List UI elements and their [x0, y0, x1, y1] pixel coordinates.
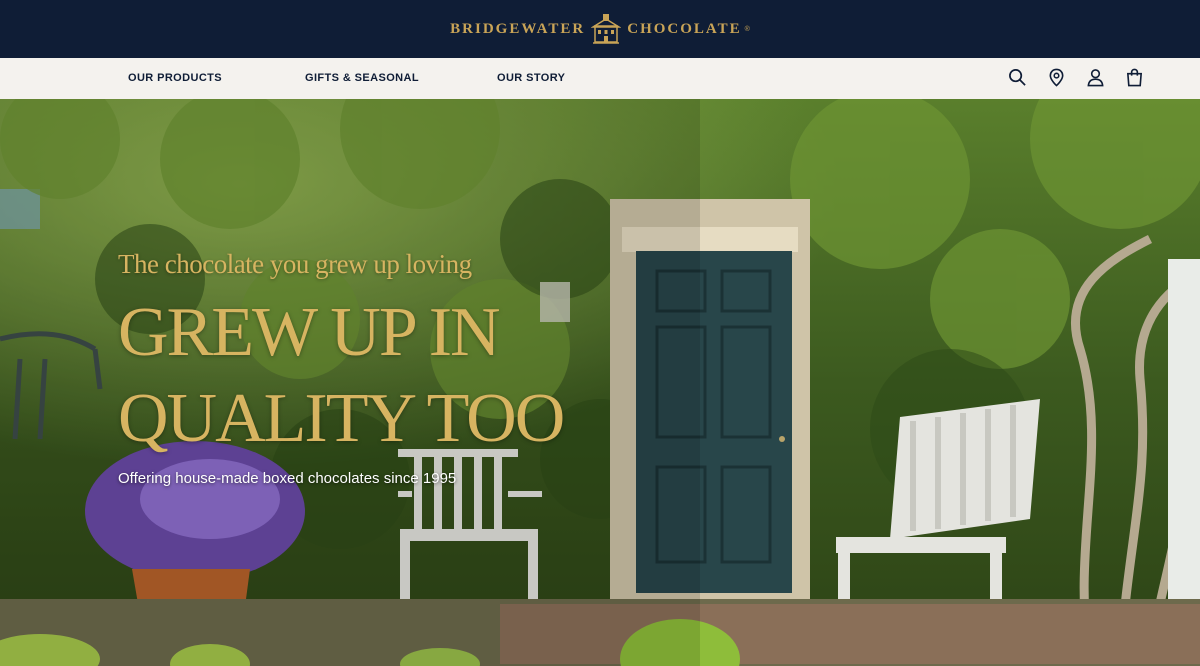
nav-link-our-products[interactable]: OUR PRODUCTS	[128, 72, 222, 84]
shopping-bag-icon[interactable]	[1125, 66, 1144, 88]
hero-headline-line-2: QUALITY TOO	[118, 380, 565, 457]
nav-icon-group	[1008, 66, 1144, 88]
account-icon[interactable]	[1086, 66, 1105, 88]
hero-headline-line-1: GREW UP IN	[118, 294, 501, 371]
brand-bar: BRIDGEWATER CHOCOLATE ®	[0, 0, 1200, 58]
hero-tagline: The chocolate you grew up loving	[118, 249, 472, 279]
hero-text-block: The chocolate you grew up loving GREW UP…	[118, 249, 658, 488]
hero-subline: Offering house-made boxed chocolates sin…	[118, 470, 457, 487]
brand-name-left: BRIDGEWATER	[450, 20, 586, 37]
registered-mark: ®	[744, 26, 750, 33]
brand-name-right: CHOCOLATE	[627, 20, 742, 37]
nav-link-our-story[interactable]: OUR STORY	[497, 72, 565, 84]
main-nav: OUR PRODUCTS GIFTS & SEASONAL OUR STORY	[0, 58, 1200, 99]
nav-link-gifts-seasonal[interactable]: GIFTS & SEASONAL	[305, 72, 419, 84]
hero-headline: GREW UP IN QUALITY TOO	[118, 290, 658, 462]
location-pin-icon[interactable]	[1047, 66, 1066, 88]
brand-logo-link[interactable]: BRIDGEWATER CHOCOLATE ®	[450, 12, 750, 46]
search-icon[interactable]	[1008, 66, 1027, 88]
hero-banner: The chocolate you grew up loving GREW UP…	[0, 99, 1200, 666]
house-crest-icon	[591, 14, 622, 44]
